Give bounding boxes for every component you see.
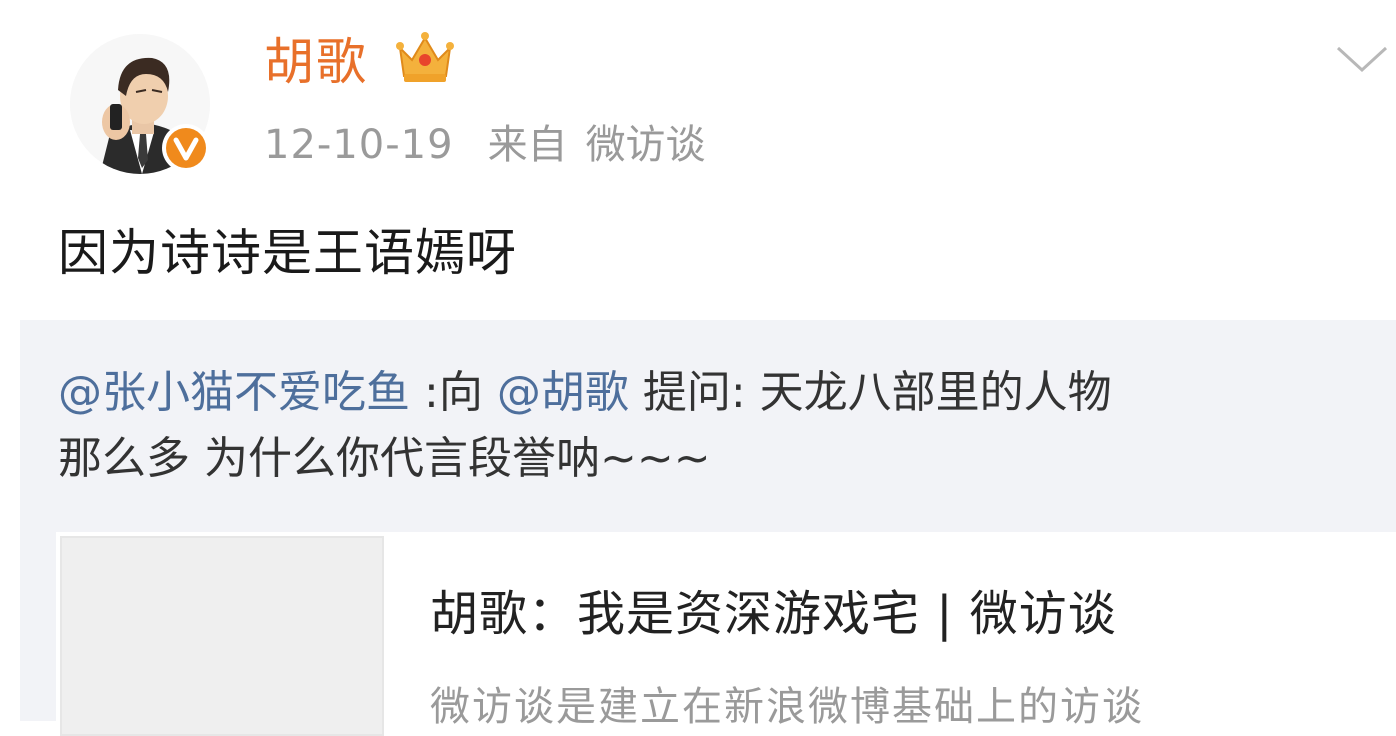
- quoted-post[interactable]: @张小猫不爱吃鱼 :向 @胡歌 提问: 天龙八部里的人物 那么多 为什么你代言段…: [20, 320, 1396, 736]
- to-label: :向: [424, 367, 483, 418]
- post-date: 12-10-19: [264, 122, 454, 168]
- username[interactable]: 胡歌: [264, 32, 368, 92]
- verified-badge-icon: [160, 122, 212, 174]
- card-description: 微访谈是建立在新浪微博基础上的访谈: [430, 684, 1144, 730]
- question-part-1: 天龙八部里的人物: [759, 367, 1112, 418]
- quoted-line-2: 那么多 为什么你代言段誉呐~~~: [58, 433, 711, 484]
- card-title: 胡歌：我是资深游戏宅 | 微访谈: [430, 586, 1117, 642]
- link-card[interactable]: 胡歌：我是资深游戏宅 | 微访谈 微访谈是建立在新浪微博基础上的访谈: [56, 532, 1396, 736]
- from-label: 来自: [487, 122, 568, 168]
- card-thumbnail: [60, 536, 384, 736]
- ask-label: 提问:: [642, 367, 746, 418]
- mention-target-link[interactable]: @胡歌: [497, 367, 629, 418]
- chevron-down-icon[interactable]: [1334, 42, 1390, 76]
- crown-icon: [394, 30, 456, 86]
- weibo-post: 胡歌 12-10-19 来自 微访谈 因为诗诗是王语嫣呀 @张小猫不爱吃鱼 :向 @…: [0, 0, 1396, 736]
- quoted-text: @张小猫不爱吃鱼 :向 @胡歌 提问: 天龙八部里的人物 那么多 为什么你代言段…: [58, 360, 1378, 492]
- post-text: 因为诗诗是王语嫣呀: [58, 224, 517, 282]
- post-meta: 12-10-19 来自 微访谈: [264, 120, 706, 170]
- quoted-line-1: @张小猫不爱吃鱼 :向 @胡歌 提问: 天龙八部里的人物: [58, 360, 1378, 426]
- post-source[interactable]: 微访谈: [586, 122, 706, 168]
- mention-user-link[interactable]: @张小猫不爱吃鱼: [58, 367, 410, 418]
